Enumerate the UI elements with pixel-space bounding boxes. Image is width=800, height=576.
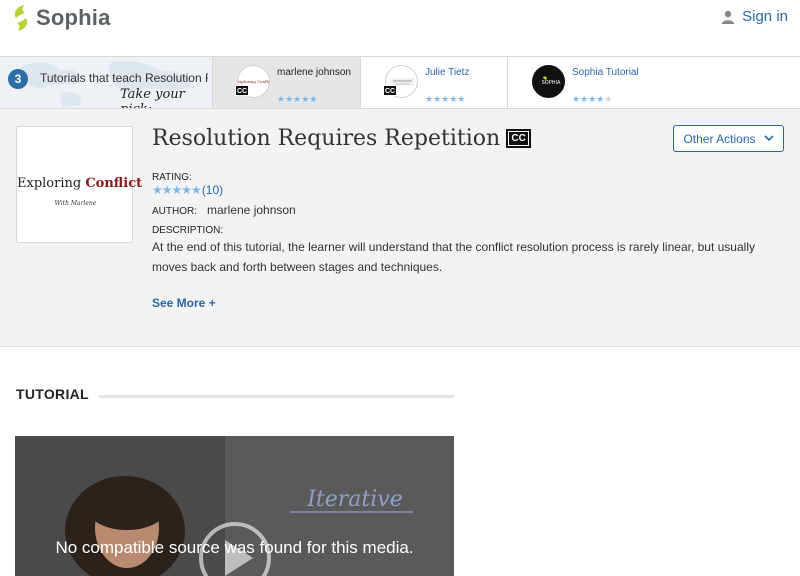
whiteboard-text: Iterative [306, 487, 403, 512]
svg-text:SOPHIA: SOPHIA [542, 80, 561, 86]
tutorial-card-stars: ★★★★★ [572, 94, 613, 104]
tutorial-title-text: Resolution Requires Repetition [152, 126, 501, 151]
rating-label: RATING: [152, 172, 192, 183]
tutorial-card-julie-tietz[interactable]: CC Julie Tietz ★★★★★ [360, 57, 507, 108]
svg-text:Exploring Conflict: Exploring Conflict [238, 79, 270, 84]
tutorial-cover-image: Exploring Conflict With Marlene [16, 126, 143, 243]
chevron-down-icon [763, 135, 774, 142]
tutorial-info-panel: Exploring Conflict With Marlene Resoluti… [0, 109, 800, 347]
other-actions-label: Other Actions [683, 131, 756, 146]
logo-text: Sophia [36, 5, 111, 30]
video-error-message: No compatible source was found for this … [55, 538, 414, 557]
sophia-logo[interactable]: Sophia [10, 4, 111, 32]
sophia-leaf-icon [14, 5, 28, 31]
sophia-thumbnail-icon: SOPHIA [532, 65, 565, 98]
sign-in-link[interactable]: Sign in [722, 8, 788, 25]
closed-caption-icon: CC [235, 85, 249, 96]
tutorial-title: Resolution Requires Repetition CC [152, 126, 532, 151]
tutorial-count-label: Tutorials that teach Resolution Requires… [40, 71, 208, 85]
tutorial-count-badge: 3 [8, 69, 28, 89]
cover-subtitle: With Marlene [54, 200, 97, 207]
description-label: DESCRIPTION: [152, 225, 224, 236]
author-label: AUTHOR: [152, 206, 197, 217]
section-divider [99, 395, 454, 398]
video-player[interactable]: Iterative No compatible source was found… [15, 436, 454, 576]
tutorial-card-stars: ★★★★★ [277, 94, 318, 104]
tutorial-count-panel: 3 Tutorials that teach Resolution Requir… [0, 57, 212, 108]
rating-stars: ★★★★★ [152, 183, 202, 197]
rating-count[interactable]: (10) [202, 183, 223, 197]
tutorial-card-author: Sophia Tutorial [572, 67, 639, 78]
take-your-pick-label: Take your pick: [120, 87, 185, 108]
tutorial-card-sophia-tutorial[interactable]: SOPHIA Sophia Tutorial ★★★★★ [507, 57, 800, 108]
tutorial-card-stars: ★★★★★ [425, 94, 466, 104]
closed-caption-icon: CC [383, 85, 397, 96]
section-title: TUTORIAL [16, 386, 89, 402]
cover-title: Exploring Conflict [17, 176, 143, 191]
sign-in-label: Sign in [742, 8, 788, 25]
tutorial-card-marlene-johnson[interactable]: Exploring Conflict CC marlene johnson ★★… [212, 57, 360, 108]
site-header: Sophia Sign in [0, 0, 800, 56]
tutorial-options-strip: 3 Tutorials that teach Resolution Requir… [0, 56, 800, 109]
tutorial-description: At the end of this tutorial, the learner… [152, 240, 755, 274]
closed-caption-icon: CC [506, 129, 532, 148]
see-more-link[interactable]: See More + [152, 296, 216, 310]
rating-row[interactable]: ★★★★★ (10) [152, 183, 223, 197]
author-name: marlene johnson [207, 203, 296, 217]
tutorial-card-author: marlene johnson [277, 67, 351, 78]
other-actions-dropdown[interactable]: Other Actions [673, 125, 784, 152]
tutorial-card-author: Julie Tietz [425, 67, 470, 78]
user-icon [722, 10, 735, 24]
